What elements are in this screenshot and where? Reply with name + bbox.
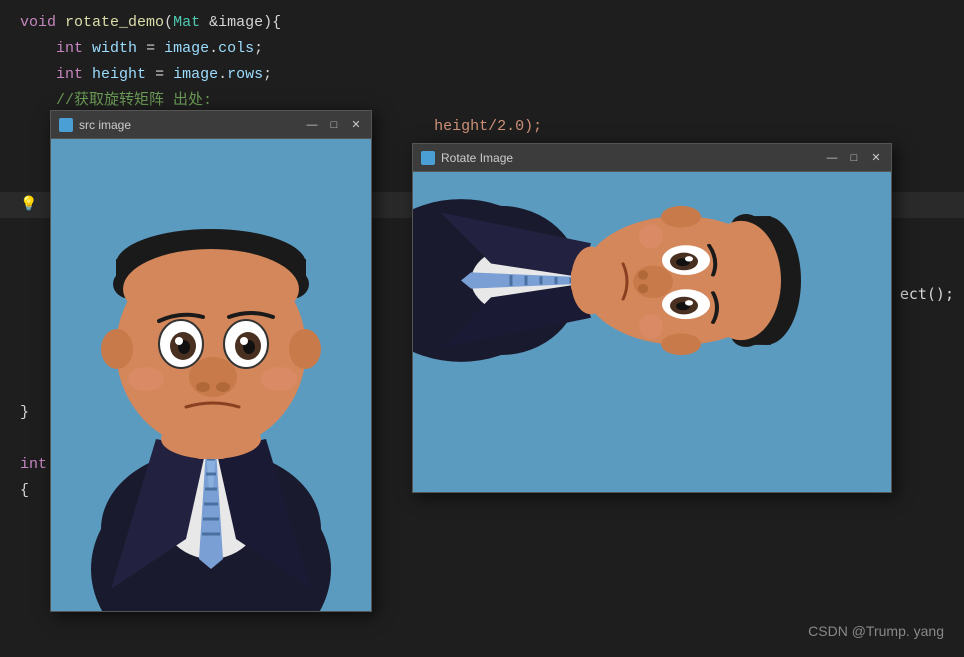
src-image-window: src image — □ ✕: [50, 110, 372, 612]
rotate-close-button[interactable]: ✕: [869, 151, 883, 165]
src-window-title: src image: [59, 118, 131, 132]
rotate-window-icon: [421, 151, 435, 165]
rotate-minimize-button[interactable]: —: [825, 151, 839, 165]
rotate-window-content: [413, 172, 891, 492]
rotate-window-titlebar: Rotate Image — □ ✕: [413, 144, 891, 172]
rotate-maximize-button[interactable]: □: [847, 151, 861, 165]
src-maximize-button[interactable]: □: [327, 118, 341, 132]
watermark: CSDN @Trump. yang: [808, 623, 944, 639]
rotate-window-title: Rotate Image: [421, 151, 513, 165]
code-line-1: void rotate_demo(Mat &image){: [0, 10, 964, 36]
src-minimize-button[interactable]: —: [305, 118, 319, 132]
rotate-character-svg: [413, 172, 891, 492]
src-window-content: [51, 139, 371, 611]
window-icon: [59, 118, 73, 132]
rotate-window-title-text: Rotate Image: [441, 151, 513, 165]
rotate-window-controls[interactable]: — □ ✕: [825, 151, 883, 165]
src-window-controls[interactable]: — □ ✕: [305, 118, 363, 132]
watermark-text: CSDN @Trump. yang: [808, 623, 944, 639]
rotate-image-canvas: [413, 172, 891, 492]
code-line-2: int width = image.cols;: [0, 36, 964, 62]
rotate-image-window: Rotate Image — □ ✕: [412, 143, 892, 493]
right-code: ect();: [900, 285, 954, 303]
src-close-button[interactable]: ✕: [349, 118, 363, 132]
src-window-title-text: src image: [79, 118, 131, 132]
code-line-3: int height = image.rows;: [0, 62, 964, 88]
src-image-canvas: [51, 139, 371, 611]
src-character-svg: [51, 139, 371, 611]
src-window-titlebar: src image — □ ✕: [51, 111, 371, 139]
